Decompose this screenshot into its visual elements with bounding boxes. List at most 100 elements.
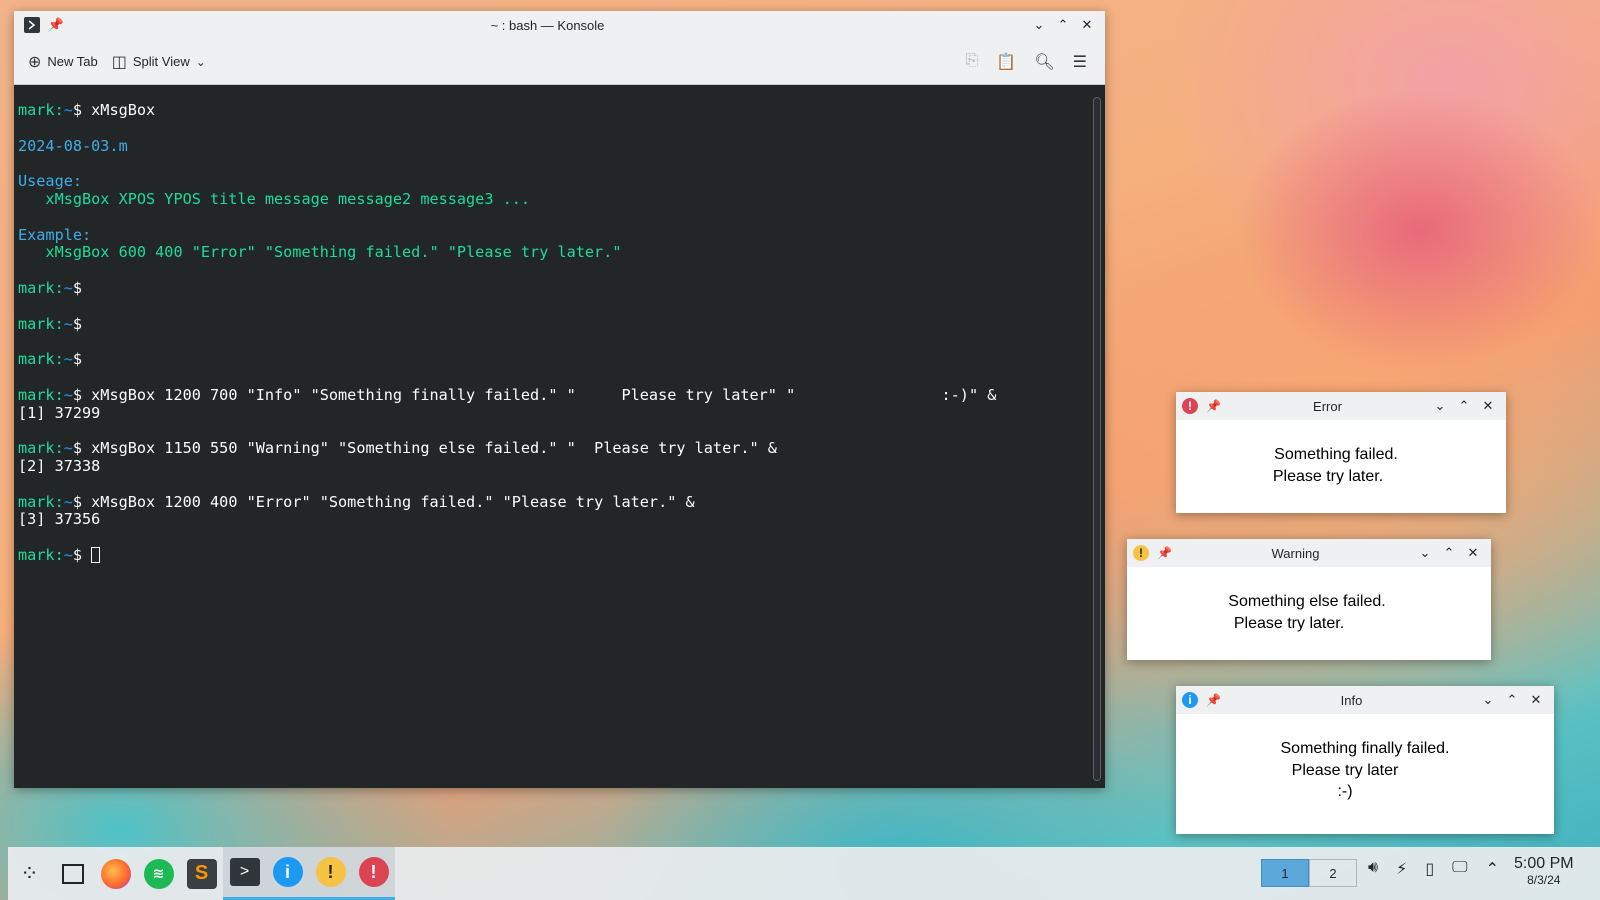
chevron-down-icon: ⌄ [195, 54, 206, 69]
search-icon[interactable]: 🔍︎ [1034, 52, 1054, 72]
terminal-line: mark:~$ [18, 545, 1105, 565]
minimize-button[interactable]: ⌄ [1027, 13, 1051, 37]
terminal-text: xMsgBox 600 400 "Error" "Something faile… [18, 243, 622, 262]
error-task[interactable]: ! [352, 847, 395, 900]
terminal-line: mark:~$ xMsgBox 1150 550 "Warning" "Some… [18, 439, 1105, 458]
warning-title: Warning [1271, 545, 1320, 561]
desktop-1[interactable]: 1 [1261, 859, 1309, 887]
konsole-task[interactable]: > [223, 847, 266, 900]
maximize-button[interactable]: ⌃ [1500, 688, 1524, 712]
maximize-button[interactable]: ⌃ [1437, 541, 1461, 565]
error-icon: ! [1182, 398, 1198, 414]
error-message-line1: Something failed. [1274, 446, 1398, 463]
app-launcher-icon: ⁘ [20, 860, 39, 886]
new-tab-icon: ⊕ [28, 53, 42, 71]
warning-dialog: ! 📌 Warning ⌄ ⌃ ✕ Something else failed.… [1127, 539, 1491, 660]
pin-icon[interactable]: 📌 [1206, 693, 1221, 707]
chevron-up-icon[interactable]: ⌃ [1486, 859, 1499, 879]
terminal-output[interactable]: mark:~$ xMsgBox 2024-08-03.m Useage: xMsgB… [14, 85, 1105, 788]
clock[interactable]: 5:00 PM 8/3/24 [1514, 855, 1574, 887]
pin-icon[interactable]: 📌 [44, 13, 68, 37]
minimize-button[interactable]: ⌄ [1428, 394, 1452, 418]
konsole-window: 📌 ~ : bash — Konsole ⌄ ⌃ ✕ ⊕ New Tab ◫ S… [14, 11, 1105, 788]
minimize-button[interactable]: ⌄ [1413, 541, 1437, 565]
close-button[interactable]: ✕ [1524, 688, 1548, 712]
terminal-line: xMsgBox 600 400 "Error" "Something faile… [18, 243, 1105, 262]
terminal-line: [2] 37338 [18, 457, 1105, 476]
close-button[interactable]: ✕ [1461, 541, 1485, 565]
split-view-icon: ◫ [111, 53, 127, 71]
close-button[interactable]: ✕ [1075, 13, 1099, 37]
firefox-task[interactable] [94, 847, 137, 900]
terminal-text: xMsgBox XPOS YPOS title message message2… [18, 189, 531, 208]
terminal-line: mark:~$ [18, 315, 1105, 334]
error-titlebar[interactable]: ! 📌 Error ⌄ ⌃ ✕ [1176, 392, 1506, 420]
error-message-line2: Please try later. [1272, 467, 1384, 485]
terminal-line: 2024-08-03.m [18, 136, 1105, 156]
terminal-text: ~ [63, 439, 73, 458]
terminal-line: mark:~$ [18, 350, 1105, 369]
terminal-text: $ [72, 545, 92, 564]
terminal-text: $ xMsgBox 1200 400 "Error" "Something fa… [72, 492, 695, 511]
terminal-text: ~ [63, 545, 73, 564]
terminal-text: mark: [18, 385, 64, 404]
terminal-text: $ [72, 278, 83, 297]
warning-titlebar[interactable]: ! 📌 Warning ⌄ ⌃ ✕ [1127, 539, 1491, 567]
konsole-app-icon[interactable] [20, 13, 44, 37]
warning-icon: ! [1133, 545, 1149, 561]
warning-task[interactable]: ! [309, 847, 352, 900]
window-title: ~ : bash — Konsole [490, 17, 605, 33]
terminal-line: [1] 37299 [18, 403, 1105, 423]
info-task[interactable]: i [266, 847, 309, 900]
pin-icon[interactable]: 📌 [1157, 546, 1172, 560]
terminal-text: [1] 37299 [18, 403, 101, 422]
terminal-scrollbar[interactable] [1093, 97, 1101, 781]
warning-message-line1: Something else failed. [1228, 593, 1386, 610]
new-tab-label: New Tab [47, 54, 98, 69]
spotify-task[interactable]: ≋ [137, 847, 180, 900]
info-titlebar[interactable]: i 📌 Info ⌄ ⌃ ✕ [1176, 686, 1554, 714]
terminal-text: mark: [18, 350, 64, 369]
pin-icon[interactable]: 📌 [1206, 399, 1221, 413]
terminal-text: ~ [63, 101, 73, 119]
terminal-text: mark: [18, 101, 64, 119]
info-message-line1: Something finally failed. [1280, 740, 1450, 757]
terminal-text: 2024-08-03.m [18, 136, 128, 155]
minimize-button[interactable]: ⌄ [1476, 688, 1500, 712]
close-button[interactable]: ✕ [1476, 394, 1500, 418]
split-view-label: Split View [132, 54, 190, 69]
system-tray: 🔊︎ ⚡︎ ▯ 🖵 ⌃ [1368, 859, 1499, 879]
terminal-text: $ xMsgBox 1150 550 "Warning" "Something … [72, 439, 777, 458]
konsole-titlebar[interactable]: 📌 ~ : bash — Konsole ⌄ ⌃ ✕ [14, 11, 1105, 39]
desktop-2[interactable]: 2 [1309, 859, 1357, 887]
terminal-text: ~ [63, 492, 73, 511]
warning-message-line2: Please try later. [1233, 614, 1345, 632]
new-tab-button[interactable]: ⊕ New Tab [28, 52, 98, 72]
app-launcher-button[interactable]: ⁘ [8, 847, 51, 900]
copy-icon[interactable]: ⎘ [966, 52, 979, 72]
taskbar: ⁘ ≋ S > i ! ! 1 2 🔊︎ ⚡︎ ▯ 🖵 ⌃ 5:00 PM 8/… [8, 847, 1600, 900]
terminal-text: ~ [63, 350, 73, 369]
terminal-text: mark: [18, 492, 64, 511]
show-desktop-button[interactable] [51, 847, 94, 900]
display-icon[interactable]: 🖵 [1452, 859, 1467, 879]
maximize-button[interactable]: ⌃ [1051, 13, 1075, 37]
terminal-text: mark: [18, 278, 64, 297]
volume-icon[interactable]: 🔊︎ [1368, 859, 1378, 879]
terminal-text: mark: [18, 439, 64, 458]
hamburger-menu-icon[interactable]: ☰ [1073, 52, 1087, 72]
sublime-text-task[interactable]: S [180, 847, 223, 900]
paste-icon[interactable]: 📋 [996, 52, 1016, 72]
info-message-line3: :-) [1337, 783, 1353, 800]
battery-icon[interactable]: ▯ [1425, 859, 1434, 879]
maximize-button[interactable]: ⌃ [1452, 394, 1476, 418]
network-off-icon[interactable]: ⚡︎ [1396, 859, 1407, 879]
split-view-button[interactable]: ◫ Split View ⌄ [112, 52, 206, 72]
